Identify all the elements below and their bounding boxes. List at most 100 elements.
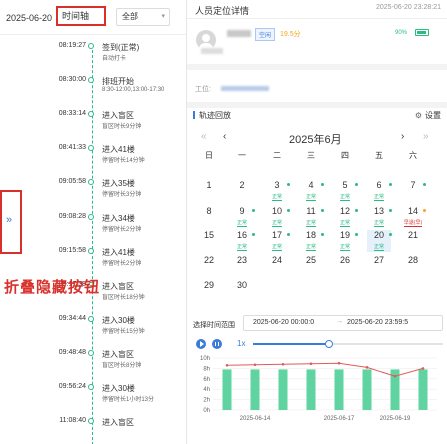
calendar-day[interactable]: 12 正常 (333, 206, 358, 228)
day-status-badge: 正常 (373, 220, 384, 227)
event-subtitle: 停留时长2分钟 (102, 260, 142, 267)
day-status-badge: 正常 (271, 194, 282, 201)
calendar-day[interactable]: 27 (367, 255, 391, 277)
day-number: 11 (306, 206, 316, 216)
user-id-redacted (201, 48, 223, 54)
calendar-day[interactable]: 24 (265, 255, 289, 277)
day-status-dot (252, 233, 255, 236)
calendar-day[interactable]: 5 正常 (333, 180, 358, 202)
event-subtitle: 停留时长15分钟 (102, 328, 145, 335)
day-status-badge: 正常 (339, 220, 350, 227)
timeline-event[interactable]: 09:34:44 进入30楼 停留时长15分钟 (0, 315, 186, 345)
calendar-day[interactable]: 17 正常 (265, 230, 290, 252)
day-number: 14 (407, 206, 418, 216)
calendar-day[interactable]: 28 (401, 255, 425, 277)
calendar-day[interactable]: 10 正常 (265, 206, 290, 228)
calendar-day[interactable]: 11 正常 (299, 206, 324, 228)
event-subtitle: 8:30-12:00,13:00-17:30 (102, 87, 165, 94)
calendar-day[interactable]: 26 (333, 255, 357, 277)
timeline-event[interactable]: 08:19:27 签到(正常) 自动打卡 (0, 42, 186, 72)
prev-month-button[interactable]: ‹ (223, 131, 226, 142)
day-status-dot (287, 233, 290, 236)
timeline-event[interactable]: 09:48:48 进入盲区 盲区时长8分钟 (0, 349, 186, 379)
pause-button[interactable] (212, 339, 222, 349)
filter-select-label: 全部 (122, 12, 138, 21)
chart-line-point (337, 361, 341, 365)
day-status-badge: 正常 (339, 194, 350, 201)
day-number: 29 (203, 280, 214, 290)
timeline-event[interactable]: 09:15:58 进入41楼 停留时长2分钟 (0, 247, 186, 277)
day-number: 22 (203, 255, 214, 265)
section-header: 轨迹回放 (193, 110, 231, 121)
calendar-day[interactable]: 16 正常 (230, 230, 255, 252)
calendar-day[interactable]: 2 (230, 180, 254, 202)
chevron-down-icon: ▾ (161, 13, 165, 20)
chart-bar (334, 369, 344, 410)
playback-slider[interactable] (253, 340, 443, 348)
calendar-day[interactable]: 23 (230, 255, 254, 277)
settings-button[interactable]: ⚙ 设置 (415, 110, 441, 121)
calendar-day[interactable]: 1 (197, 180, 221, 202)
day-number: 27 (373, 255, 384, 265)
next-month-button[interactable]: › (401, 131, 404, 142)
event-dot (88, 384, 94, 390)
timeline-event[interactable]: 09:05:58 进入35楼 停留时长3分钟 (0, 178, 186, 208)
day-number: 16 (236, 230, 247, 240)
calendar-day[interactable]: 30 (230, 280, 254, 302)
time-range-picker[interactable]: 2025-06-20 00:00:0 → 2025-06-20 23:59:5 (243, 315, 443, 331)
collapse-button[interactable]: » (0, 190, 22, 254)
calendar-day[interactable]: 4 正常 (299, 180, 324, 202)
settings-label: 设置 (425, 111, 441, 120)
timeline-event[interactable]: 08:33:14 进入盲区 盲区时长9分钟 (0, 110, 186, 140)
speed-selector[interactable]: 1x (237, 339, 245, 348)
filter-select[interactable]: 全部 ▾ (116, 8, 170, 26)
timeline-event[interactable]: 09:08:28 进入34楼 停留时长2分钟 (0, 213, 186, 243)
day-status-dot (389, 209, 392, 212)
calendar-day[interactable]: 19 正常 (333, 230, 358, 252)
calendar-title: 2025年6月 (289, 134, 342, 146)
event-time: 09:48:48 (58, 348, 86, 356)
play-button[interactable] (196, 339, 206, 349)
day-number: 12 (339, 206, 350, 216)
status-badge: 空闲 (255, 28, 276, 41)
calendar-day[interactable]: 22 (197, 255, 221, 277)
date-picker[interactable]: 2025-06-20 (6, 13, 56, 23)
day-number: 18 (305, 230, 316, 240)
calendar-day[interactable]: 20 正常 (367, 230, 392, 252)
calendar-day[interactable]: 14 早退(早) (401, 206, 426, 228)
prev-year-button[interactable]: « (201, 131, 207, 142)
calendar-day[interactable]: 21 (401, 230, 425, 252)
range-start-input[interactable]: 2025-06-20 00:00:0 (253, 319, 314, 326)
calendar-day[interactable]: 8 (197, 206, 221, 228)
calendar-day[interactable]: 25 (299, 255, 323, 277)
timeline-event[interactable]: 11:08:40 进入盲区 (0, 417, 186, 444)
next-year-button[interactable]: » (423, 131, 429, 142)
timeline-event[interactable]: 08:30:00 排班开始 8:30-12:00,13:00-17:30 (0, 76, 186, 106)
calendar-day[interactable]: 7 (401, 180, 426, 202)
calendar-day[interactable]: 3 正常 (265, 180, 290, 202)
timeline-mode-button[interactable]: 时间轴 (56, 6, 106, 26)
day-status-badge: 正常 (305, 194, 316, 201)
calendar-day[interactable]: 13 正常 (367, 206, 392, 228)
event-title: 进入41楼 (102, 145, 135, 155)
calendar-day[interactable]: 6 正常 (367, 180, 392, 202)
y-tick-label: 2h (203, 398, 210, 404)
detail-panel: 人员定位详情 2025-06-20 23:28:21 空闲 19.5分 90% … (187, 0, 447, 444)
day-status-dot (321, 209, 324, 212)
panel-title: 人员定位详情 (195, 6, 250, 16)
range-end-input[interactable]: 2025-06-20 23:59:5 (347, 319, 408, 326)
calendar-day[interactable]: 9 正常 (230, 206, 255, 228)
calendar-day[interactable]: 18 正常 (299, 230, 324, 252)
calendar-day[interactable]: 15 (197, 230, 221, 252)
day-status-badge: 正常 (236, 244, 247, 251)
calendar-day[interactable]: 29 (197, 280, 221, 302)
day-status-dot (423, 209, 426, 212)
timeline-event[interactable]: 09:56:24 进入30楼 停留时长1小时13分 (0, 383, 186, 413)
day-number: 1 (206, 180, 212, 190)
playback-slider-handle[interactable] (325, 340, 333, 348)
timeline-event[interactable]: 08:41:33 进入41楼 停留时长14分钟 (0, 144, 186, 174)
panel-timestamp: 2025-06-20 23:28:21 (376, 4, 441, 11)
event-dot (88, 213, 94, 220)
chart-line-point (393, 374, 397, 378)
event-dot (88, 43, 94, 49)
